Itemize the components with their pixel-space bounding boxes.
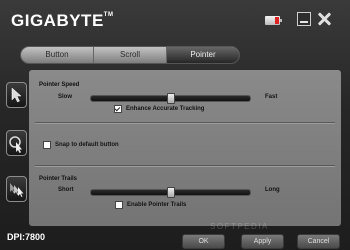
battery-icon (265, 16, 282, 25)
close-button[interactable] (317, 12, 331, 26)
battery-level (275, 17, 279, 24)
trademark-mark: TM (103, 12, 114, 18)
tab-pointer[interactable]: Pointer (167, 47, 239, 63)
cancel-button[interactable]: Cancel (297, 234, 340, 249)
speed-slow-label: Slow (58, 94, 73, 100)
pointer-trails-title: Pointer Trails (39, 176, 78, 182)
snap-to-button-icon (9, 136, 22, 153)
brand-name: GIGABYTE (11, 11, 104, 30)
pointer-arrow-icon (11, 87, 22, 103)
enable-trails-checkbox[interactable]: Enable Pointer Trails (115, 201, 186, 209)
enhance-tracking-checkbox[interactable]: Enhance Accurate Tracking (114, 105, 204, 113)
pointer-speed-slider[interactable] (90, 93, 251, 104)
pointer-speed-title: Pointer Speed (39, 82, 80, 88)
tab-bar: Button Scroll Pointer (20, 46, 240, 64)
pointer-trails-slider-handle[interactable] (167, 187, 175, 198)
pointer-trails-side-button[interactable] (6, 176, 27, 202)
pointer-trails-icon (10, 183, 24, 197)
softpedia-watermark: SOFTPEDIA (210, 222, 269, 231)
dpi-indicator: DPI:7800 (7, 232, 46, 242)
tab-button[interactable]: Button (21, 47, 94, 63)
apply-button[interactable]: Apply (241, 234, 284, 249)
enhance-tracking-label: Enhance Accurate Tracking (126, 106, 205, 112)
ok-button[interactable]: OK (182, 234, 225, 249)
enhance-tracking-checkbox-box[interactable] (114, 105, 122, 113)
enable-trails-checkbox-box[interactable] (115, 201, 123, 209)
minimize-button[interactable] (297, 12, 311, 26)
speed-fast-label: Fast (265, 94, 278, 100)
section-divider (35, 122, 335, 124)
pointer-speed-slider-handle[interactable] (167, 93, 175, 104)
trails-long-label: Long (265, 187, 280, 193)
pointer-speed-side-button[interactable] (6, 82, 27, 108)
snap-default-label: Snap to default button (55, 142, 119, 148)
app-window: GIGABYTETM Button Scroll Pointer Pointer… (0, 0, 350, 250)
trails-short-label: Short (58, 187, 74, 193)
pointer-settings-panel: Pointer Speed Slow Fast Enhance Accurate… (29, 70, 341, 226)
section-divider (35, 165, 335, 167)
snap-side-button[interactable] (6, 130, 27, 156)
pointer-trails-slider[interactable] (90, 187, 251, 198)
snap-default-checkbox-box[interactable] (43, 141, 51, 149)
tab-scroll[interactable]: Scroll (94, 47, 167, 63)
enable-trails-label: Enable Pointer Trails (127, 202, 187, 208)
snap-default-checkbox[interactable]: Snap to default button (43, 141, 119, 149)
gigabyte-logo: GIGABYTETM (11, 11, 113, 31)
